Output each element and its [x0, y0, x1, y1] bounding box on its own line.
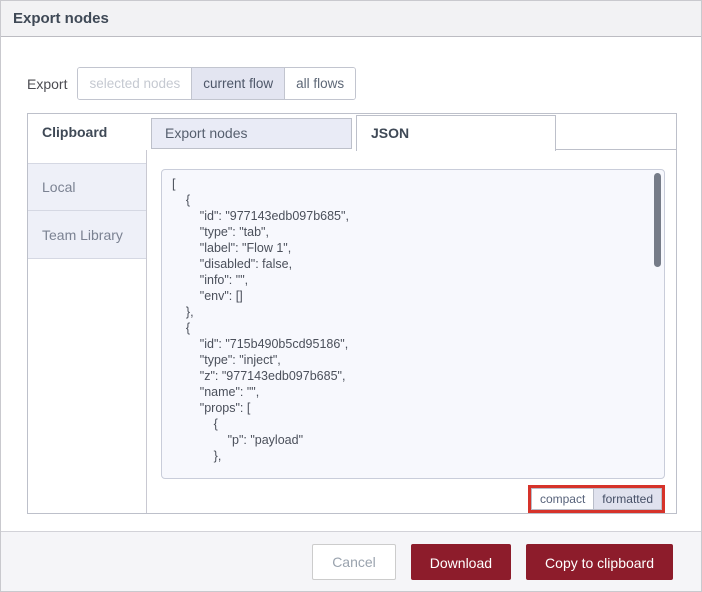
export-scope-button-group: selected nodes current flow all flows	[77, 67, 357, 100]
compact-button[interactable]: compact	[530, 488, 594, 510]
library-tab-header: Clipboard Export nodes JSON	[28, 114, 676, 151]
cancel-button[interactable]: Cancel	[312, 544, 396, 580]
format-toggle-row: compact formatted	[147, 485, 665, 513]
clipboard-heading: Clipboard	[42, 124, 108, 140]
sidebar-item-team-library[interactable]: Team Library	[28, 211, 146, 259]
copy-to-clipboard-button[interactable]: Copy to clipboard	[526, 544, 673, 580]
tab-json[interactable]: JSON	[356, 115, 556, 151]
scope-current-flow-button[interactable]: current flow	[191, 68, 286, 99]
json-code-box[interactable]: [ { "id": "977143edb097b685", "type": "t…	[161, 169, 665, 479]
library-panel: Clipboard Export nodes JSON Local Team L…	[27, 113, 677, 514]
formatted-button[interactable]: formatted	[593, 488, 662, 510]
scope-all-flows-button[interactable]: all flows	[285, 68, 356, 99]
export-nodes-dialog: Export nodes Export selected nodes curre…	[0, 0, 702, 592]
footer-buttons: Cancel Download Copy to clipboard	[1, 532, 701, 580]
library-sidebar: Local Team Library	[28, 150, 147, 513]
sidebar-item-local[interactable]: Local	[28, 163, 146, 211]
json-code-text[interactable]: [ { "id": "977143edb097b685", "type": "t…	[162, 170, 664, 470]
dialog-titlebar: Export nodes	[1, 1, 701, 37]
json-editor-area: [ { "id": "977143edb097b685", "type": "t…	[147, 150, 676, 513]
library-content: Local Team Library [ { "id": "977143edb0…	[28, 150, 676, 513]
dialog-title: Export nodes	[13, 10, 109, 27]
dialog-footer: Cancel Download Copy to clipboard	[1, 531, 701, 591]
download-button[interactable]: Download	[410, 544, 512, 580]
format-toggle-highlight: compact formatted	[527, 485, 665, 513]
scope-selected-nodes-button[interactable]: selected nodes	[78, 68, 192, 99]
scrollbar-thumb[interactable]	[654, 173, 661, 267]
export-scope-row: Export selected nodes current flow all f…	[27, 67, 357, 100]
tab-export-nodes[interactable]: Export nodes	[151, 118, 352, 149]
export-scope-label: Export	[27, 75, 68, 92]
